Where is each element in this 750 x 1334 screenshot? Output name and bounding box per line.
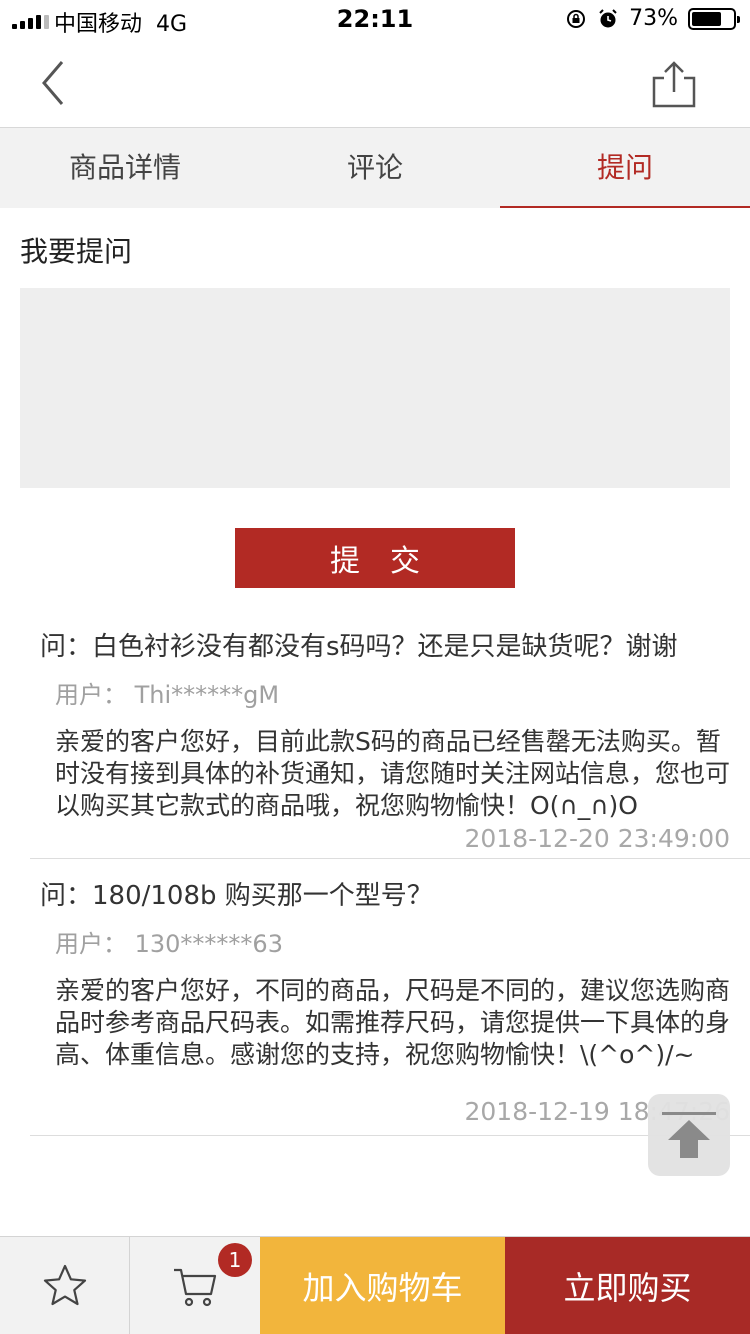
answer-date: 2018-12-19 18:47:26 [464, 1097, 730, 1126]
tab-product-details[interactable]: 商品详情 [0, 128, 250, 208]
cart-button[interactable]: 1 [130, 1237, 260, 1334]
battery-icon [688, 7, 740, 30]
share-icon[interactable] [650, 60, 698, 108]
answer-text: 亲爱的客户您好，不同的商品，尺码是不同的，建议您选购商品时参考商品尺码表。如需推… [55, 976, 731, 1069]
asker-name: 用户： 130******63 [55, 930, 283, 958]
cart-icon [174, 1268, 217, 1307]
question-text: 问：180/108b 购买那一个型号？ [40, 881, 433, 911]
tab-reviews[interactable]: 评论 [250, 128, 500, 208]
qa-item: 问：白色衬衫没有都没有s码吗？还是只是缺货呢？谢谢 用户： Thi******g… [30, 620, 750, 859]
bottom-action-bar: 1 加入购物车 立即购买 [0, 1236, 750, 1334]
star-icon [43, 1264, 86, 1306]
status-right: 73% [565, 6, 740, 31]
qa-list: 问：白色衬衫没有都没有s码吗？还是只是缺货呢？谢谢 用户： Thi******g… [0, 620, 750, 1136]
asker-name: 用户： Thi******gM [55, 681, 280, 709]
answer-date: 2018-12-20 23:49:00 [464, 824, 730, 853]
rotation-lock-icon [567, 9, 586, 28]
tab-questions[interactable]: 提问 [500, 128, 750, 208]
favorite-button[interactable] [0, 1237, 130, 1334]
answer-text: 亲爱的客户您好，目前此款S码的商品已经售罄无法购买。暂时没有接到具体的补货通知，… [55, 727, 731, 820]
tab-bar: 商品详情 评论 提问 [0, 128, 750, 208]
alarm-icon [599, 8, 617, 27]
question-input[interactable] [20, 288, 730, 488]
nav-bar [0, 40, 750, 128]
qa-item: 问：180/108b 购买那一个型号？ 用户： 130******63 亲爱的客… [30, 859, 750, 1136]
submit-button[interactable]: 提交 [235, 528, 515, 588]
chevron-left-icon[interactable] [30, 58, 80, 108]
question-text: 问：白色衬衫没有都没有s码吗？还是只是缺货呢？谢谢 [40, 632, 678, 662]
cart-count-badge: 1 [218, 1243, 252, 1277]
scroll-to-top-button[interactable] [648, 1094, 730, 1176]
arrow-up-icon [662, 1112, 716, 1158]
battery-percent: 73% [629, 6, 678, 31]
buy-now-button[interactable]: 立即购买 [505, 1237, 750, 1334]
add-to-cart-button[interactable]: 加入购物车 [260, 1237, 505, 1334]
status-bar: 中国移动 4G 22:11 73% [0, 0, 750, 40]
ask-question-label: 我要提问 [20, 235, 133, 268]
